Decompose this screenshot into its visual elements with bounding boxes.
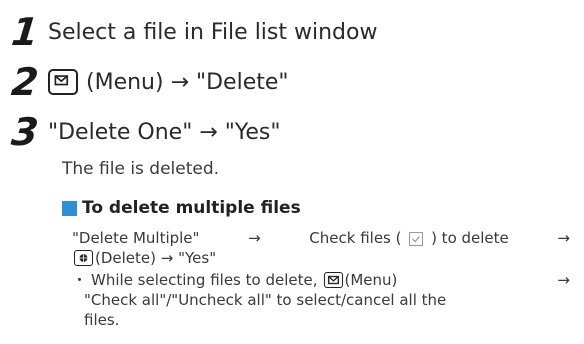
text: files. xyxy=(84,311,120,329)
text: (Menu) xyxy=(344,271,398,289)
text-group: Check files ( ) to delete xyxy=(309,228,508,248)
step-3: 3 "Delete One" → "Yes" xyxy=(0,110,280,154)
step-2: 2 (Menu) → "Delete" xyxy=(0,60,289,104)
text: "Check all"/"Uncheck all" to select/canc… xyxy=(84,291,447,309)
square-bullet-icon xyxy=(62,200,77,216)
step-text: (Menu) → "Delete" xyxy=(86,69,289,95)
step-number: 2 xyxy=(9,60,39,104)
menu-key-icon xyxy=(323,272,343,288)
text: ) to delete xyxy=(431,229,509,247)
result-note: The file is deleted. xyxy=(62,159,220,179)
text: (Delete) → "Yes" xyxy=(95,249,217,267)
step-text: "Delete One" → "Yes" xyxy=(48,119,281,145)
step-number: 3 xyxy=(9,110,39,154)
text: "Delete Multiple" xyxy=(72,229,200,247)
arrow: → xyxy=(248,229,261,247)
text: Check files ( xyxy=(309,229,402,247)
arrow: → xyxy=(557,271,570,289)
step-number: 1 xyxy=(9,10,39,54)
instruction-line: "Delete Multiple" → Check files ( ) to d… xyxy=(72,228,570,248)
step-text: Select a file in File list window xyxy=(48,19,378,45)
subsection-title: To delete multiple files xyxy=(82,198,301,218)
menu-key-icon xyxy=(48,69,78,95)
subsection-body: "Delete Multiple" → Check files ( ) to d… xyxy=(72,228,570,330)
instruction-line: (Delete) → "Yes" xyxy=(72,248,570,268)
bullet-line-cont: files. xyxy=(72,310,570,330)
subsection-heading: To delete multiple files xyxy=(62,198,301,218)
checkbox-checked-icon xyxy=(409,231,424,246)
arrow: → xyxy=(557,229,570,247)
bullet: ・ xyxy=(72,271,88,289)
center-key-icon xyxy=(74,250,93,266)
bullet-line-cont: "Check all"/"Uncheck all" to select/canc… xyxy=(72,290,570,310)
step-1: 1 Select a file in File list window xyxy=(0,10,377,54)
text-group: ・ While selecting files to delete, (Menu… xyxy=(72,270,397,290)
text: While selecting files to delete, xyxy=(91,271,318,289)
bullet-line: ・ While selecting files to delete, (Menu… xyxy=(72,270,570,290)
